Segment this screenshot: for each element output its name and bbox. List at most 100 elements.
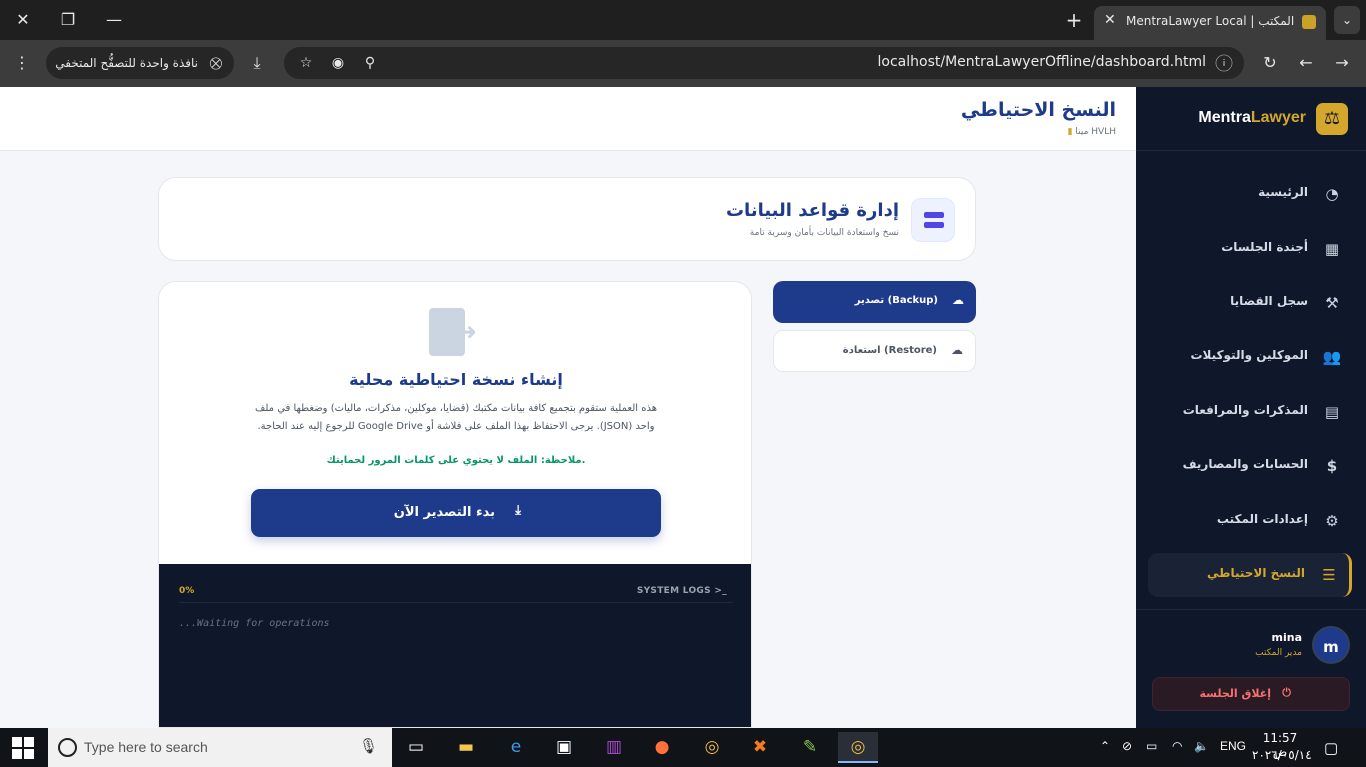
language-indicator[interactable]: ENG (1220, 739, 1246, 753)
file-explorer-icon[interactable]: ▬ (446, 732, 486, 763)
terminal-icon: >_ (714, 586, 727, 596)
sidebar-item-memos[interactable]: ▤ المذكرات والمرافعات (1148, 390, 1352, 434)
cloud-upload-icon: ☁ (952, 293, 964, 307)
sidebar-divider (1136, 150, 1366, 151)
firefox-icon[interactable]: ● (642, 732, 682, 763)
zoom-icon[interactable]: ⚲ (358, 51, 382, 75)
site-info-icon[interactable]: i (1215, 54, 1233, 72)
export-note: ملاحظة: الملف لا يحتوي على كلمات المرور … (326, 455, 586, 466)
wifi-icon[interactable]: ◠ (1172, 739, 1182, 753)
back-icon[interactable]: → (1328, 49, 1356, 77)
windows-start-icon[interactable] (12, 737, 34, 759)
file-icon: ▤ (1324, 403, 1340, 421)
incognito-indicator[interactable]: ⛒ نافذة واحدة للتصفُّح المتخفي (46, 47, 234, 79)
restore-window-icon[interactable]: ❐ (53, 6, 83, 34)
task-view-icon[interactable]: ▭ (396, 732, 436, 763)
building-icon: ▮ (1067, 127, 1073, 137)
browser-tabbar: ✕ ❐ — + ✕ MentraLawyer Local | لوحة التح… (0, 0, 1366, 40)
url-text[interactable]: localhost/MentraLawyerOffline/dashboard.… (878, 54, 1206, 70)
xampp-icon[interactable]: ✖ (740, 732, 780, 763)
edge-icon[interactable]: e (496, 732, 536, 763)
favicon-icon (1302, 15, 1316, 29)
card-title: إدارة قواعد البيانات (725, 200, 899, 221)
logout-button[interactable]: ⏻ إغلاق الجلسة (1152, 677, 1350, 711)
start-export-button[interactable]: ⤓ بدء التصدير الآن (251, 489, 661, 537)
winrar-icon[interactable]: ▥ (594, 732, 634, 763)
sidebar-item-sessions[interactable]: ▦ أجندة الجلسات (1148, 227, 1352, 271)
server-icon (911, 198, 955, 242)
export-description: هذه العملية ستقوم بتجميع كافة بيانات مكت… (255, 403, 657, 432)
sidebar-item-accounts[interactable]: $ الحسابات والمصاريف (1148, 444, 1352, 488)
console-label: SYSTEM LOGS >_ (636, 586, 727, 596)
chrome-profile-icon[interactable]: ◎ (838, 732, 878, 763)
notifications-icon[interactable]: ▢ (1324, 739, 1338, 757)
file-export-icon: → (429, 308, 485, 358)
export-panel: → إنشاء نسخة احتياطية محلية هذه العملية … (158, 281, 752, 728)
chrome-icon[interactable]: ◎ (692, 732, 732, 763)
console-divider (179, 602, 733, 603)
invoice-icon: $ (1326, 457, 1338, 475)
sidebar-item-backup[interactable]: ☰ النسخ الاحتياطي (1148, 553, 1352, 597)
network-off-icon[interactable]: ⊘ (1122, 739, 1132, 753)
sidebar: ⚖ MentraLawyer ◔ الرئيسية ▦ أجندة الجلسا… (1136, 87, 1366, 728)
volume-icon[interactable]: 🔈 (1194, 739, 1209, 753)
browser-tab[interactable]: ✕ MentraLawyer Local | لوحة التحكم في ال… (1094, 6, 1326, 40)
microphone-icon[interactable]: 🎙 (359, 737, 378, 755)
avatar[interactable]: m (1312, 626, 1350, 664)
battery-icon[interactable]: ▭ (1146, 739, 1157, 753)
browser-toolbar: ⋮ ⛒ نافذة واحدة للتصفُّح المتخفي ⤓ ☆ ◉ ⚲… (0, 40, 1366, 87)
clock-date[interactable]: ٢٠٢٦/٠٥/١٤ (1252, 748, 1312, 762)
tab-search-icon[interactable]: ⌄ (1334, 6, 1360, 34)
minimize-window-icon[interactable]: — (99, 6, 129, 34)
tab-close-icon[interactable]: ✕ (1104, 12, 1116, 28)
windows-taskbar: Type here to search 🎙 ▭ ▬ e ▣ ▥ ● ◎ ✖ ✎ … (0, 728, 1366, 767)
database-icon: ☰ (1322, 566, 1336, 584)
page-title: النسخ الاحتياطي (960, 99, 1116, 121)
taskbar-search-input[interactable]: Type here to search 🎙 (48, 728, 392, 767)
db-management-card: إدارة قواعد البيانات نسخ واستعادة البيان… (158, 177, 976, 261)
incognito-icon: ⛒ (209, 56, 222, 70)
user-name: mina (1271, 631, 1303, 644)
pie-chart-icon: ◔ (1325, 185, 1339, 203)
download-icon: ⤓ (515, 503, 521, 518)
progress-percent: 0% (179, 586, 195, 596)
bookmark-star-icon[interactable]: ☆ (294, 51, 318, 75)
new-tab-icon[interactable]: + (1062, 6, 1086, 34)
app-root: ⚖ MentraLawyer ◔ الرئيسية ▦ أجندة الجلسا… (0, 87, 1366, 728)
console-waiting-text: ...Waiting for operations (179, 618, 330, 629)
sidebar-item-clients[interactable]: 👥 الموكلين والتوكيلات (1148, 335, 1352, 379)
forward-icon[interactable]: ← (1292, 49, 1320, 77)
tray-chevron-icon[interactable]: ⌃ (1100, 739, 1110, 753)
sidebar-item-cases[interactable]: ⚒ سجل القضايا (1148, 281, 1352, 325)
tab-restore[interactable]: ☁ استعادة (Restore) (773, 330, 976, 372)
card-subtitle: نسخ واستعادة البيانات بأمان وسرية تامة (749, 228, 899, 238)
gavel-icon: ⚒ (1325, 294, 1339, 312)
power-icon: ⏻ (1282, 686, 1291, 699)
user-role: مدير المكتب (1255, 648, 1302, 658)
store-icon[interactable]: ▣ (544, 732, 584, 763)
menu-kebab-icon[interactable]: ⋮ (8, 49, 36, 77)
gear-icon: ⚙ (1325, 512, 1339, 530)
brand-name: MentraLawyer (1198, 109, 1306, 126)
notepad-icon[interactable]: ✎ (790, 732, 830, 763)
search-icon (58, 738, 77, 757)
close-window-icon[interactable]: ✕ (8, 6, 38, 34)
address-bar[interactable]: ☆ ◉ ⚲ localhost/MentraLawyerOffline/dash… (284, 47, 1244, 79)
reload-icon[interactable]: ↻ (1256, 49, 1284, 77)
office-badge: ▮ مينا HVLH (1067, 127, 1116, 137)
calendar-icon: ▦ (1324, 240, 1340, 258)
tracking-eye-icon[interactable]: ◉ (326, 51, 350, 75)
sidebar-item-home[interactable]: ◔ الرئيسية (1148, 172, 1352, 216)
export-title: إنشاء نسخة احتياطية محلية (349, 370, 563, 389)
sidebar-divider (1136, 609, 1366, 610)
main-content: النسخ الاحتياطي ▮ مينا HVLH إدارة قواعد … (0, 87, 1136, 728)
system-logs-console: 0% SYSTEM LOGS >_ ...Waiting for operati… (159, 564, 751, 727)
tab-export[interactable]: ☁ تصدير (Backup) (773, 281, 976, 323)
scales-icon: ⚖ (1316, 103, 1348, 135)
tab-title: MentraLawyer Local | لوحة التحكم في المك… (1126, 14, 1296, 28)
cloud-download-icon: ☁ (951, 343, 963, 357)
users-icon: 👥 (1322, 348, 1342, 366)
sidebar-item-settings[interactable]: ⚙ إعدادات المكتب (1148, 499, 1352, 543)
page-header: النسخ الاحتياطي ▮ مينا HVLH (0, 87, 1136, 151)
download-icon[interactable]: ⤓ (243, 49, 271, 77)
